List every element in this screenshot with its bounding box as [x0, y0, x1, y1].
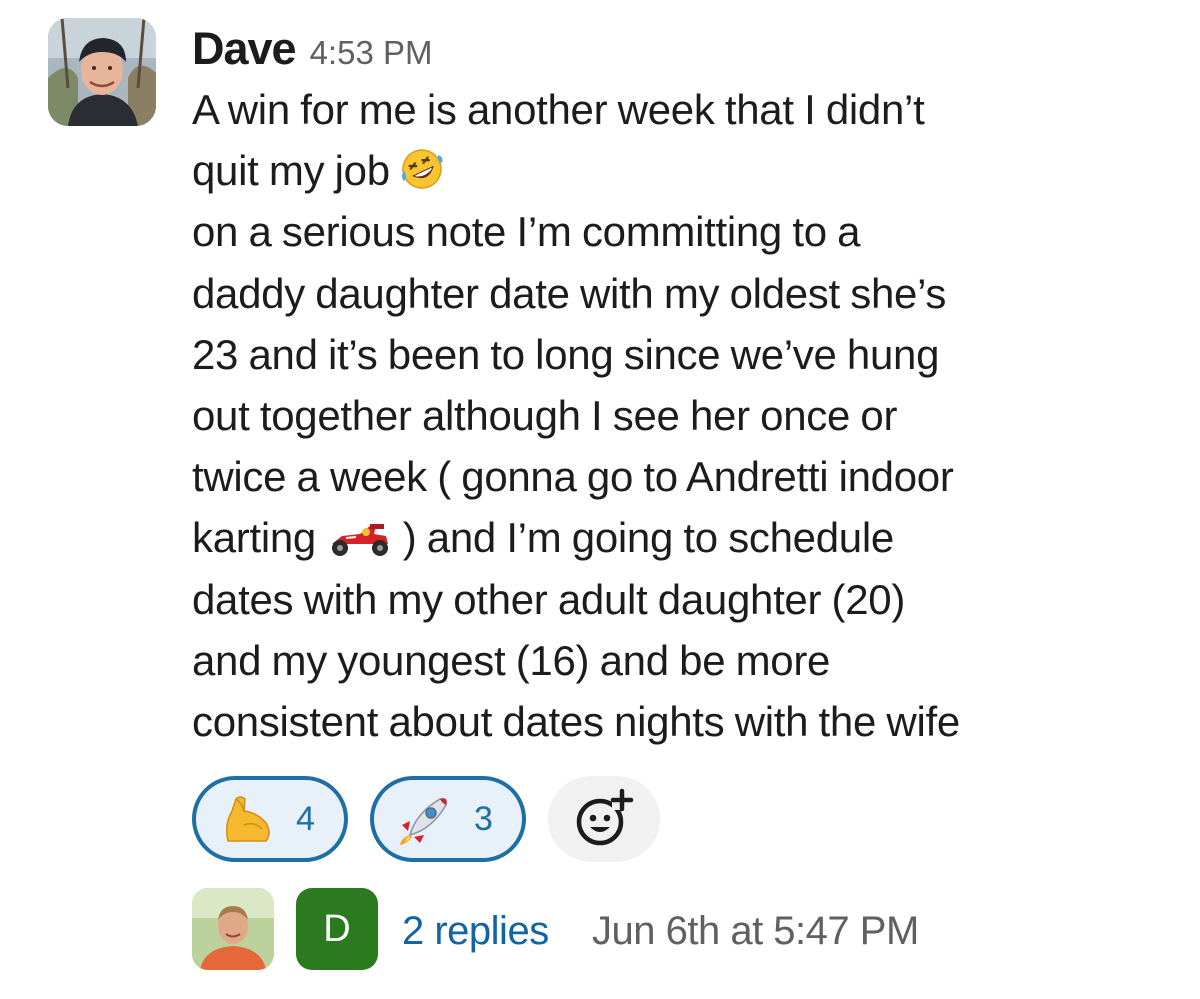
- last-reply-timestamp: Jun 6th at 5:47 PM: [592, 909, 919, 953]
- reaction-rocket[interactable]: 3: [370, 776, 526, 862]
- message-line-text: quit my job: [192, 147, 390, 195]
- message-line: daddy daughter date with my oldest she’s: [192, 269, 947, 317]
- author-name[interactable]: Dave: [192, 18, 297, 80]
- reaction-flexed-biceps[interactable]: 4: [192, 776, 348, 862]
- message-container: Dave 4:53 PM A win for me is another wee…: [0, 0, 1200, 999]
- replies-link[interactable]: 2 replies: [402, 888, 549, 974]
- rolling-on-floor-laughing-emoji-icon: [400, 146, 444, 207]
- message-line: karting ) and I’m going to schedule: [192, 507, 1182, 568]
- rocket-emoji-icon: [396, 791, 454, 854]
- message-line: out together although I see her once or: [192, 391, 898, 439]
- message-line: twice a week ( gonna go to Andretti indo…: [192, 453, 954, 501]
- message-line: 23 and it’s been to long since we’ve hun…: [192, 330, 940, 378]
- message-line-text: ) and I’m going to schedule: [402, 514, 895, 562]
- add-reaction-icon: [576, 788, 634, 846]
- message-line: consistent about dates nights with the w…: [192, 697, 960, 745]
- author-avatar[interactable]: [48, 18, 156, 126]
- message-line: A win for me is another week that I didn…: [192, 86, 925, 133]
- reply-avatar-initial[interactable]: D: [296, 888, 378, 970]
- flexed-biceps-emoji-icon: [218, 791, 276, 854]
- reply-avatar-image: [192, 888, 274, 970]
- author-avatar-image: [48, 18, 156, 126]
- message-timestamp[interactable]: 4:53 PM: [310, 22, 433, 84]
- reaction-count: 3: [474, 800, 493, 838]
- message-line: dates with my other adult daughter (20): [192, 575, 906, 623]
- add-reaction-button[interactable]: [548, 776, 660, 862]
- message-body: A win for me is another week that I didn…: [192, 79, 1182, 752]
- message-content: Dave 4:53 PM A win for me is another wee…: [192, 18, 1182, 752]
- message-line: quit my job: [192, 140, 1182, 201]
- reply-avatar[interactable]: [192, 888, 274, 970]
- message-header: Dave 4:53 PM: [192, 18, 1182, 80]
- message-line: and my youngest (16) and be more: [192, 636, 831, 684]
- message-line-text: karting: [192, 514, 316, 562]
- racing-car-emoji-icon: [326, 513, 392, 574]
- message-line: on a serious note I’m committing to a: [192, 208, 861, 256]
- reaction-count: 4: [296, 800, 315, 838]
